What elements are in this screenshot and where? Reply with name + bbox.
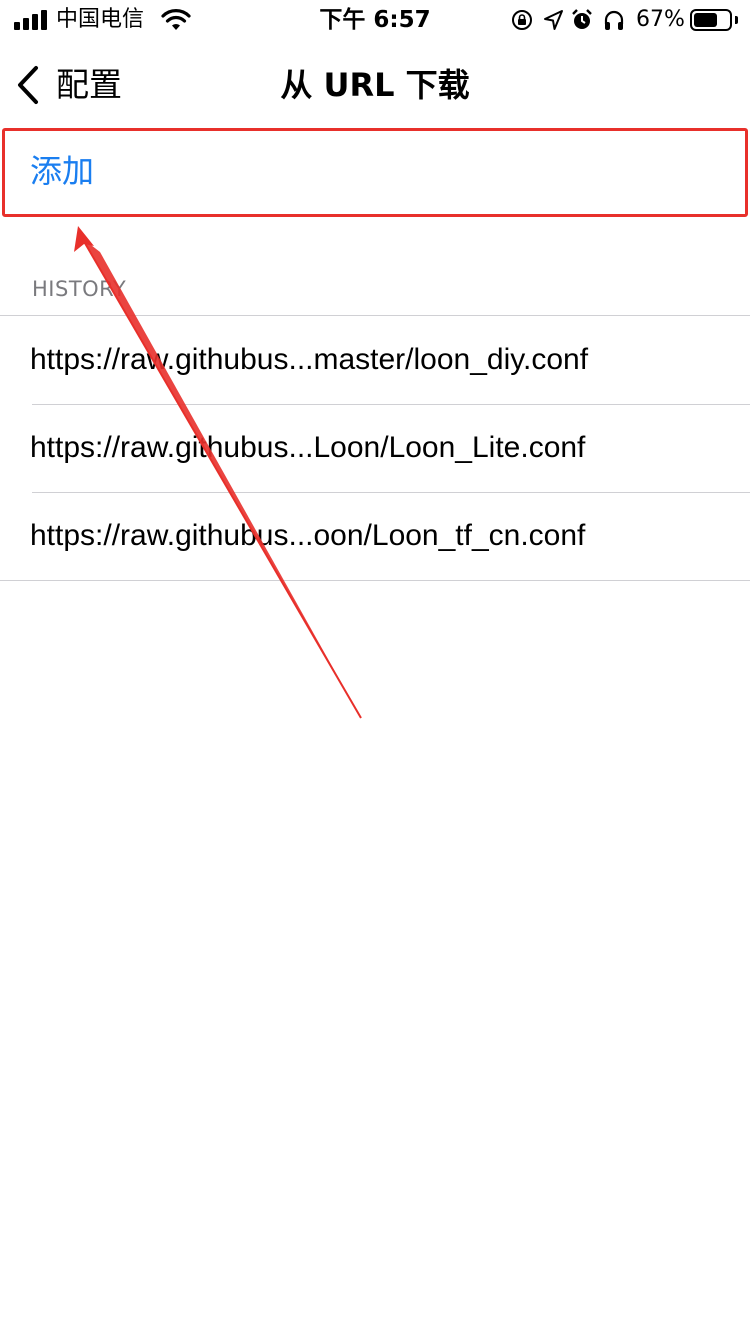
battery-level [694, 13, 717, 27]
history-url: https://raw.githubus...Loon/Loon_Lite.co… [30, 431, 586, 464]
alarm-icon [572, 9, 592, 29]
history-section-header: HISTORY [32, 277, 127, 301]
status-bar: 中国电信 下午 6:57 67% [0, 0, 750, 40]
headphones-icon [604, 10, 624, 30]
status-icons [508, 8, 632, 32]
add-button[interactable]: 添加 [0, 127, 750, 217]
history-item[interactable]: https://raw.githubus...master/loon_diy.c… [0, 316, 750, 404]
history-list: https://raw.githubus...master/loon_diy.c… [0, 315, 750, 581]
history-item[interactable]: https://raw.githubus...Loon/Loon_Lite.co… [0, 404, 750, 492]
history-url: https://raw.githubus...master/loon_diy.c… [30, 343, 589, 376]
battery-tip [735, 16, 738, 24]
add-label: 添加 [30, 152, 95, 190]
battery-percent: 67% [636, 7, 685, 32]
history-item[interactable]: https://raw.githubus...oon/Loon_tf_cn.co… [0, 492, 750, 580]
orientation-lock-icon [512, 10, 532, 30]
history-url: https://raw.githubus...oon/Loon_tf_cn.co… [30, 519, 586, 552]
location-icon [544, 10, 563, 30]
battery-icon [690, 9, 732, 31]
page-title: 从 URL 下载 [280, 66, 470, 104]
